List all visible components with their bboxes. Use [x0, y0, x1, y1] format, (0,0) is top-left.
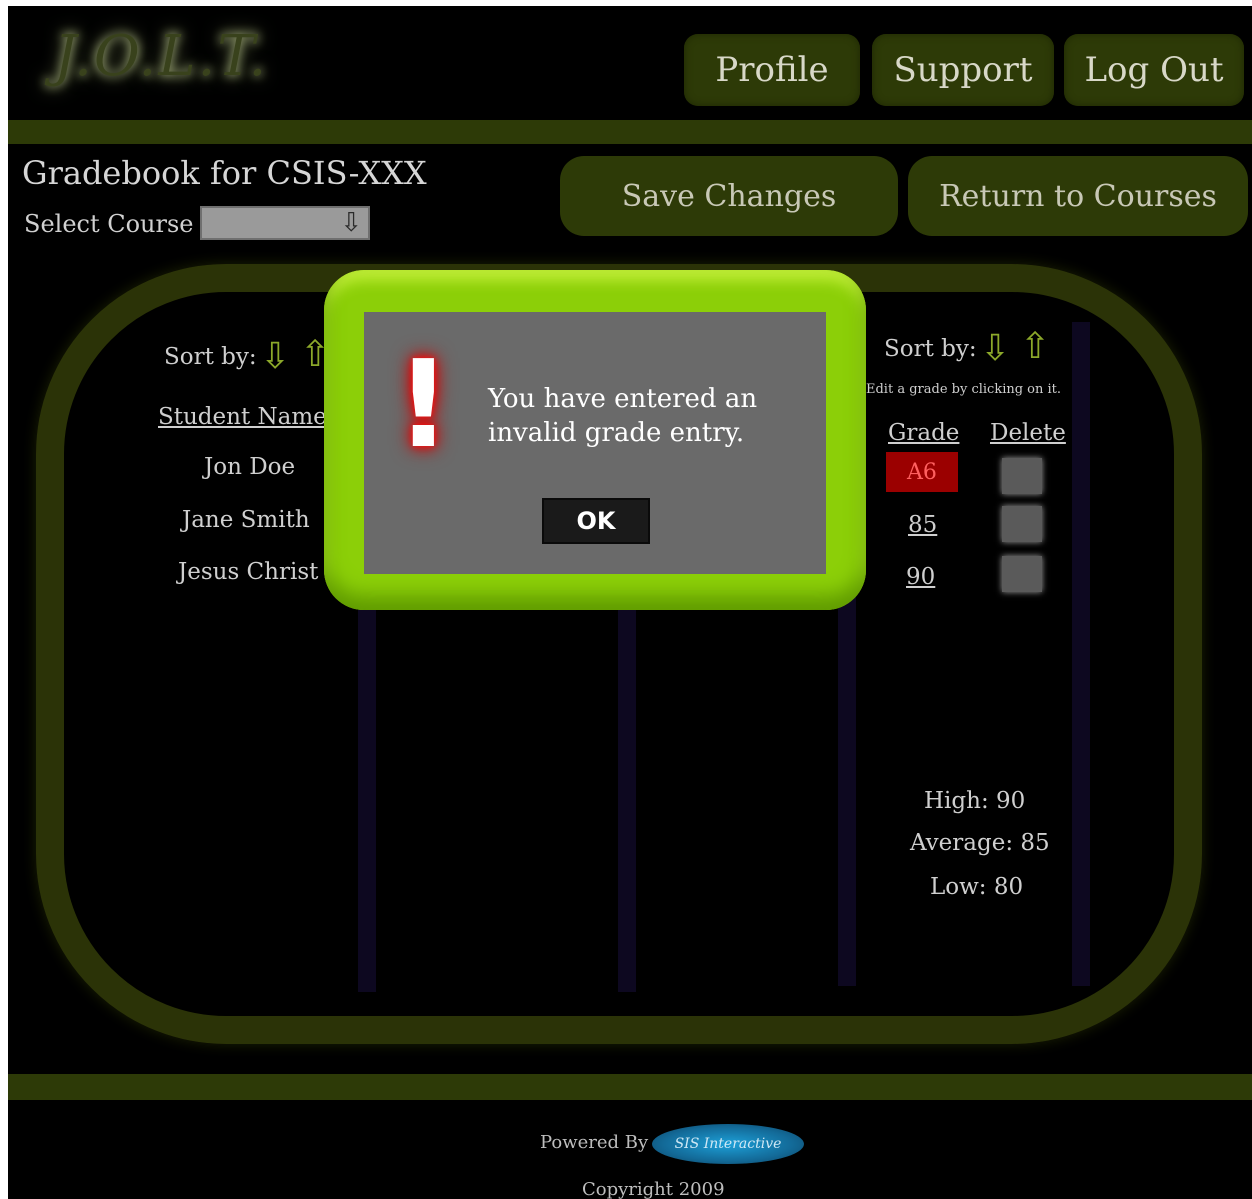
student-name-header[interactable]: Student Name [158, 404, 327, 430]
grade-header[interactable]: Grade [888, 420, 959, 446]
column-divider [358, 586, 376, 992]
page-title: Gradebook for CSIS-XXX [22, 154, 427, 192]
select-course-label: Select Course [24, 210, 194, 238]
brand-name: SIS Interactive [674, 1136, 782, 1152]
footer-divider [8, 1074, 1252, 1100]
logout-button[interactable]: Log Out [1064, 34, 1244, 106]
stat-high: High: 90 [924, 788, 1026, 814]
dialog-message-line: invalid grade entry. [488, 418, 745, 448]
app-screen: J.O.L.T. Profile Support Log Out Gradebo… [8, 6, 1252, 1199]
sort-descending-icon[interactable]: ⇩ [260, 336, 290, 377]
student-name: Jon Doe [204, 454, 296, 480]
dialog-message-line: You have entered an [488, 384, 758, 414]
profile-button[interactable]: Profile [684, 34, 860, 106]
support-button[interactable]: Support [872, 34, 1054, 106]
error-dialog: ! You have entered an invalid grade entr… [324, 270, 866, 610]
save-changes-button[interactable]: Save Changes [560, 156, 898, 236]
dialog-body: ! You have entered an invalid grade entr… [364, 312, 826, 574]
column-divider [838, 586, 856, 986]
logo: J.O.L.T. [54, 24, 269, 89]
delete-checkbox[interactable] [1002, 458, 1042, 494]
student-name: Jesus Christ [178, 559, 319, 585]
brand-logo[interactable]: SIS Interactive [652, 1124, 804, 1164]
edit-hint: Edit a grade by clicking on it. [866, 382, 1062, 397]
return-to-courses-button[interactable]: Return to Courses [908, 156, 1248, 236]
grade-input-error[interactable]: A6 [886, 452, 958, 492]
stat-average: Average: 85 [910, 830, 1050, 856]
powered-by-label: Powered By [540, 1132, 649, 1153]
student-name: Jane Smith [182, 507, 310, 533]
stat-low: Low: 80 [930, 874, 1024, 900]
sort-label: Sort by: [884, 336, 977, 362]
delete-checkbox[interactable] [1002, 556, 1042, 592]
warning-icon: ! [396, 336, 451, 475]
delete-checkbox[interactable] [1002, 506, 1042, 542]
sort-descending-icon[interactable]: ⇩ [980, 328, 1010, 369]
sort-ascending-icon[interactable]: ⇧ [1020, 326, 1050, 367]
chevron-down-icon: ⇩ [340, 208, 362, 238]
header-divider [8, 120, 1252, 144]
ok-button[interactable]: OK [542, 498, 650, 544]
dialog-message: You have entered an invalid grade entry. [488, 382, 788, 450]
column-divider [618, 586, 636, 992]
grade-value[interactable]: 85 [908, 512, 937, 538]
delete-header: Delete [990, 420, 1066, 446]
column-divider [1072, 322, 1090, 986]
copyright: Copyright 2009 [582, 1179, 725, 1199]
sort-label: Sort by: [164, 344, 257, 370]
grade-value[interactable]: 90 [906, 564, 935, 590]
course-select[interactable]: ⇩ [200, 206, 370, 240]
